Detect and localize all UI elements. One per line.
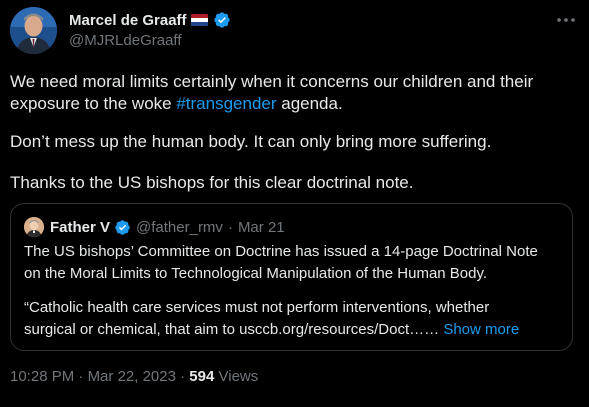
quoted-text-line-3: “Catholic health care services must not … (24, 299, 490, 316)
tweet-paragraph-1: We need moral limits certainly when it c… (10, 71, 580, 115)
author-name-row: Marcel de Graaff (69, 10, 231, 30)
author-avatar[interactable] (10, 7, 57, 54)
meta-separator: · (180, 368, 186, 385)
author-display-name[interactable]: Marcel de Graaff (69, 12, 187, 29)
tweet-paragraph-2: Don’t mess up the human body. It can onl… (10, 132, 492, 151)
author-handle[interactable]: @MJRLdeGraaff (69, 32, 182, 49)
show-more-link[interactable]: Show more (443, 321, 519, 338)
hashtag-link[interactable]: #transgender (176, 94, 276, 113)
quoted-date[interactable]: Mar 21 (238, 219, 285, 236)
views-count: 594 (189, 368, 215, 385)
tweet-text-line: We need moral limits certainly when it c… (10, 72, 534, 91)
tweet-text-line: exposure to the woke (10, 94, 177, 113)
tweet-time[interactable]: 10:28 PM (10, 368, 74, 385)
quoted-tweet-card[interactable]: Father V @father_rmv · Mar 21 The US bis… (10, 203, 573, 351)
quoted-verified-badge-icon (114, 219, 131, 236)
more-options-button[interactable] (554, 10, 578, 30)
quoted-text-truncated: surgical or chemical, that aim to usccb.… (24, 321, 440, 338)
verified-badge-icon[interactable] (213, 11, 231, 29)
meta-separator: · (78, 368, 84, 385)
tweet: Marcel de Graaff @MJRLdeGraaff We need m… (0, 0, 589, 407)
quoted-separator: · (227, 218, 233, 236)
quoted-text-line-1: The US bishops’ Committee on Doctrine ha… (24, 243, 538, 260)
tweet-date[interactable]: Mar 22, 2023 (88, 368, 176, 385)
quoted-handle[interactable]: @father_rmv (136, 219, 223, 236)
quoted-author-avatar[interactable] (24, 217, 44, 237)
quoted-text-line-2: on the Moral Limits to Technological Man… (24, 265, 488, 282)
quoted-text-line-4: surgical or chemical, that aim to usccb.… (24, 319, 564, 341)
tweet-text-line: agenda. (276, 94, 343, 113)
views-label: Views (218, 368, 259, 385)
quoted-display-name[interactable]: Father V (50, 219, 110, 236)
quoted-tweet-header: Father V @father_rmv · Mar 21 (50, 217, 285, 237)
more-dots-icon (557, 18, 575, 22)
tweet-meta: 10:28 PM · Mar 22, 2023 · 594 Views (10, 368, 258, 385)
tweet-paragraph-3: Thanks to the US bishops for this clear … (10, 173, 414, 192)
netherlands-flag-icon (190, 14, 208, 26)
